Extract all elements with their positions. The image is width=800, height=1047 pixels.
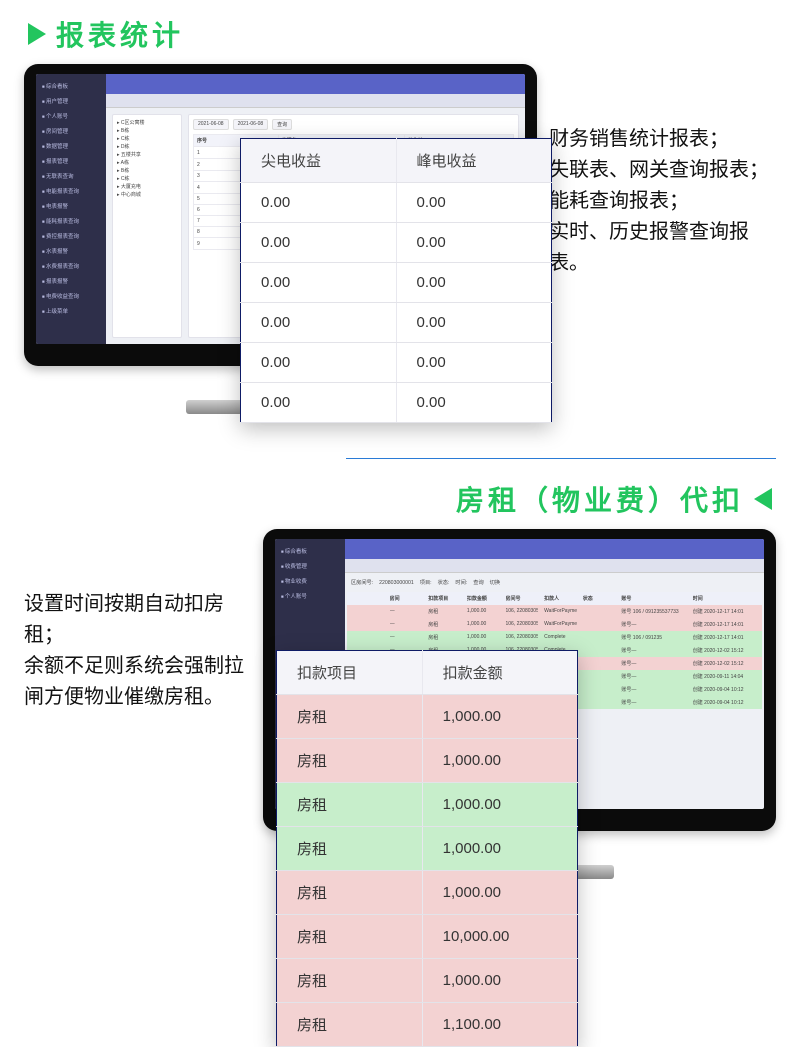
table-header-row: 房间扣款项目扣款金额房间号扣款人状态账号时间	[347, 592, 762, 605]
caption-line: 设置时间按期自动扣房租；	[24, 589, 251, 651]
app-sidebar: 综合看板用户管理个人账号房间管理数据管理报表管理无联表查询电能报表查询电表报警能…	[36, 74, 106, 344]
table-row: 0.000.00	[241, 303, 552, 343]
triangle-left-icon	[28, 23, 46, 45]
sidebar-item[interactable]: 能耗报表查询	[36, 213, 106, 228]
table-row: 0.000.00	[241, 223, 552, 263]
sidebar-item[interactable]: 收费管理	[275, 558, 345, 573]
overlay-table-revenue: 尖电收益峰电收益0.000.000.000.000.000.000.000.00…	[240, 138, 552, 423]
table-row: 房租1,000.00	[277, 695, 578, 739]
sidebar-item[interactable]: 报表管理	[36, 153, 106, 168]
query-button[interactable]: 查询	[272, 119, 292, 130]
tree-node[interactable]: C栋	[117, 135, 177, 143]
tree-node[interactable]: D栋	[117, 143, 177, 151]
sidebar-item[interactable]: 水费报表查询	[36, 258, 106, 273]
col-header: 扣款项目	[277, 651, 423, 695]
tree-node[interactable]: B栋	[117, 167, 177, 175]
caption-line: 余额不足则系统会强制拉闸方便物业催缴房租。	[24, 651, 251, 713]
caption-line: 实时、历史报警查询报表。	[549, 217, 776, 279]
sidebar-item[interactable]: 水表报警	[36, 243, 106, 258]
caption-reports: 财务销售统计报表； 失联表、网关查询报表； 能耗查询报表； 实时、历史报警查询报…	[549, 64, 776, 279]
sidebar-item[interactable]: 电表报警	[36, 198, 106, 213]
table-row[interactable]: —房租1,000.00106, 220803059995WaitForPayme…	[347, 618, 762, 631]
col-header: 扣款金额	[422, 651, 577, 695]
app-tabbar	[345, 559, 764, 573]
section-title-reports: 报表统计	[0, 0, 800, 64]
sidebar-item[interactable]: 上级菜单	[36, 303, 106, 318]
sidebar-item[interactable]: 数据管理	[36, 138, 106, 153]
date-end[interactable]: 2021-06-08	[233, 119, 269, 130]
sidebar-item[interactable]: 报表报警	[36, 273, 106, 288]
tree-node[interactable]: 大厦充电	[117, 183, 177, 191]
sidebar-item[interactable]: 电费收益查询	[36, 288, 106, 303]
sidebar-item[interactable]: 费控报表查询	[36, 228, 106, 243]
switch-button[interactable]: 切换	[490, 579, 500, 586]
table-row: 房租1,000.00	[277, 827, 578, 871]
table-row: 房租1,000.00	[277, 871, 578, 915]
table-row: 0.000.00	[241, 263, 552, 303]
table-row: 房租10,000.00	[277, 915, 578, 959]
caption-line: 能耗查询报表；	[549, 186, 776, 217]
label-date: 时间:	[455, 579, 467, 586]
sidebar-item[interactable]: 物业收费	[275, 573, 345, 588]
sidebar-item[interactable]: 个人账号	[36, 108, 106, 123]
sidebar-item[interactable]: 综合看板	[275, 543, 345, 558]
table-row: 房租1,000.00	[277, 739, 578, 783]
sidebar-item[interactable]: 个人账号	[275, 588, 345, 603]
sidebar-item[interactable]: 电能报表查询	[36, 183, 106, 198]
col-header: 峰电收益	[396, 139, 552, 183]
label-room: 区房间号:	[351, 579, 373, 586]
triangle-right-icon	[754, 488, 772, 510]
section-title-text: 报表统计	[56, 14, 184, 54]
app-topbar	[106, 74, 525, 94]
overlay-table-deduction: 扣款项目扣款金额房租1,000.00房租1,000.00房租1,000.00房租…	[276, 650, 578, 1047]
sidebar-item[interactable]: 房间管理	[36, 123, 106, 138]
app-tabbar	[106, 94, 525, 108]
label-status: 状态:	[438, 579, 450, 586]
filter-bar: 2021-06-08 2021-06-08 查询	[193, 119, 514, 130]
section-divider	[346, 458, 776, 459]
table-row[interactable]: —房租1,000.00106, 220803059995Complete账号 1…	[347, 631, 762, 644]
table-row: 房租1,000.00	[277, 959, 578, 1003]
caption-line: 失联表、网关查询报表；	[549, 155, 776, 186]
table-row: 0.000.00	[241, 383, 552, 423]
tree-node[interactable]: C区公寓楼	[117, 119, 177, 127]
app-topbar	[345, 539, 764, 559]
tree-node[interactable]: C栋	[117, 175, 177, 183]
sidebar-item[interactable]: 综合看板	[36, 78, 106, 93]
table-row[interactable]: —房租1,000.00106, 220803059995WaitForPayme…	[347, 605, 762, 618]
table-row: 房租1,100.00	[277, 1003, 578, 1047]
search-button[interactable]: 查询	[473, 579, 483, 586]
caption-line: 财务销售统计报表；	[549, 124, 776, 155]
table-row: 0.000.00	[241, 343, 552, 383]
section-title-rent: 房租（物业费）代扣	[0, 465, 800, 529]
section-title-text: 房租（物业费）代扣	[456, 479, 744, 519]
tree-node[interactable]: B栋	[117, 127, 177, 135]
nav-tree: C区公寓楼 B栋 C栋 D栋五楼共享 A栋 B栋 C栋大厦充电中心商城	[112, 114, 182, 338]
caption-rent: 设置时间按期自动扣房租； 余额不足则系统会强制拉闸方便物业催缴房租。	[24, 529, 251, 713]
tree-node[interactable]: 中心商城	[117, 191, 177, 199]
col-header: 尖电收益	[241, 139, 397, 183]
input-room[interactable]: 220803000001	[379, 580, 414, 586]
toolbar: 区房间号: 220803000001 项目: 状态: 时间: 查询 切换	[345, 573, 764, 592]
sidebar-item[interactable]: 无联表查询	[36, 168, 106, 183]
table-row: 0.000.00	[241, 183, 552, 223]
sidebar-item[interactable]: 用户管理	[36, 93, 106, 108]
label-item: 项目:	[420, 579, 432, 586]
date-start[interactable]: 2021-06-08	[193, 119, 229, 130]
tree-node[interactable]: 五楼共享	[117, 151, 177, 159]
tree-node[interactable]: A栋	[117, 159, 177, 167]
table-row: 房租1,000.00	[277, 783, 578, 827]
